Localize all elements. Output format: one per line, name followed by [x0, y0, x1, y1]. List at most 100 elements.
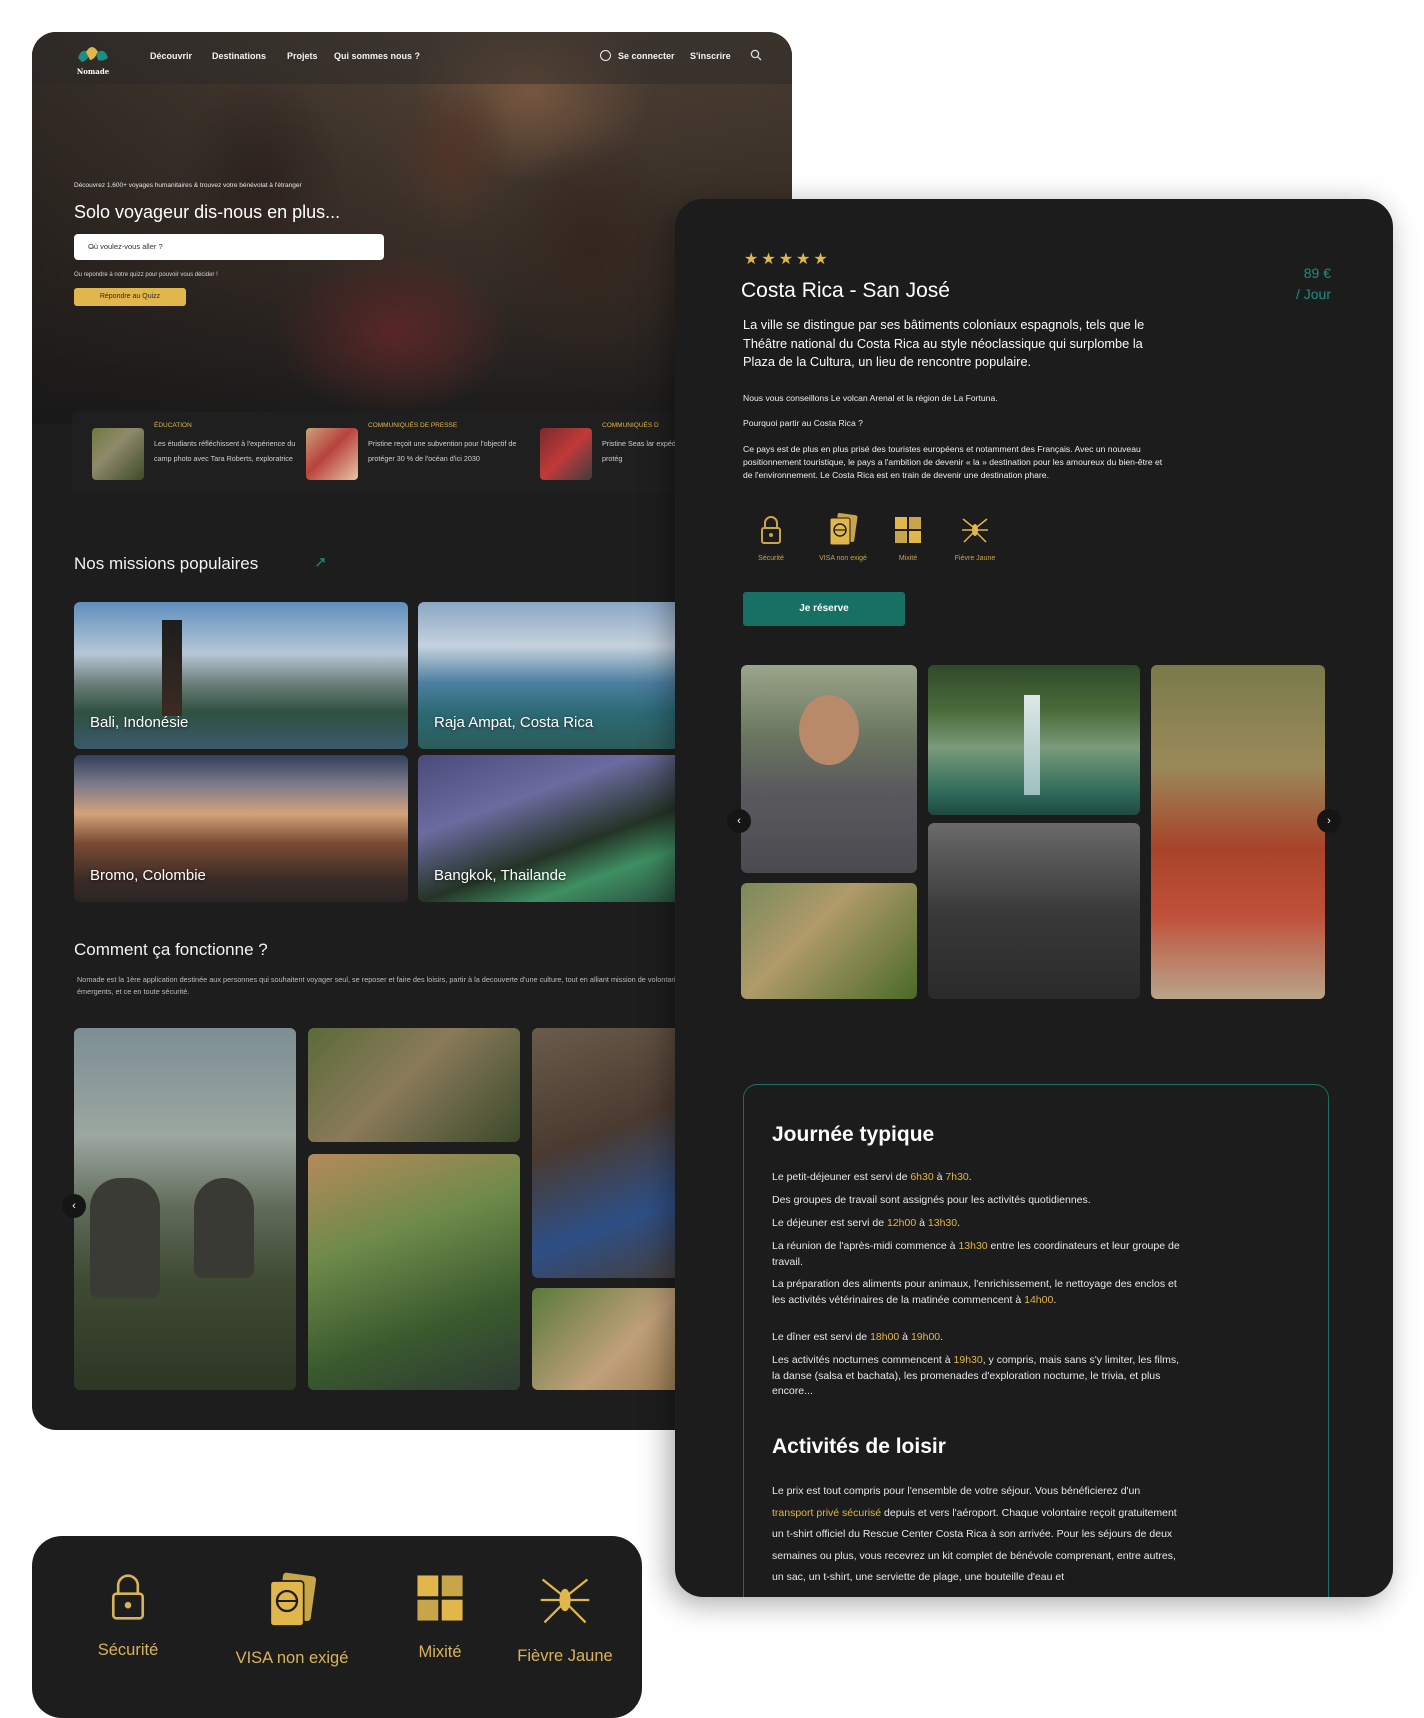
carousel-prev-button[interactable]: ‹: [62, 1194, 86, 1218]
features-card: Sécurité VISA non exigé Mixité Fièvre Ja…: [32, 1536, 642, 1718]
news-item[interactable]: ÉDUCATION Les étudiants réfléchissent à …: [82, 422, 312, 482]
how-it-works-text: Nomade est la 1ère application destinée …: [77, 975, 771, 996]
passport-icon: [829, 513, 858, 546]
gallery-prev-button[interactable]: ‹: [727, 809, 751, 833]
news-thumbnail: [306, 428, 358, 480]
feature-yellow-fever: Fièvre Jaune: [945, 513, 1005, 562]
diversity-icon: [895, 517, 921, 543]
feature-label: Mixité: [898, 555, 918, 562]
trending-icon: ↗: [314, 554, 327, 571]
feature-label: Fièvre Jaune: [954, 555, 996, 562]
nav-qui-sommes-nous[interactable]: Qui sommes nous ?: [334, 51, 420, 61]
price-amount: 89 €: [1303, 265, 1331, 281]
logo-text: Nomade: [77, 67, 110, 76]
nav-projets[interactable]: Projets: [287, 51, 318, 61]
news-text: Les étudiants réfléchissent à l'expérien…: [154, 439, 296, 463]
elephant-shape: [90, 1178, 160, 1298]
hero-title: Solo voyageur dis-nous en plus...: [74, 202, 341, 222]
login-link[interactable]: Se connecter: [618, 51, 675, 61]
news-thumbnail: [540, 428, 592, 480]
why-text: Ce pays est de plus en plus prisé des to…: [743, 444, 1163, 480]
news-category: COMMUNIQUÉS D: [602, 422, 659, 429]
news-category: COMMUNIQUÉS DE PRESSE: [368, 422, 458, 429]
schedule-line: La réunion de l'après-midi commence à 13…: [772, 1240, 1180, 1268]
mission-label: Bromo, Colombie: [90, 867, 206, 884]
nav-decouvrir[interactable]: Découvrir: [150, 51, 192, 61]
how-it-works-title: Comment ça fonctionne ?: [74, 940, 268, 959]
photo-children-bw: [928, 823, 1140, 999]
feature-yellow-fever: Fièvre Jaune: [500, 1572, 630, 1666]
mission-label: Raja Ampat, Costa Rica: [434, 714, 594, 731]
user-icon: [600, 50, 611, 61]
pagoda-shape: [162, 620, 182, 716]
mosquito-icon: [962, 518, 988, 543]
feature-label: Sécurité: [758, 555, 784, 562]
nav-destinations[interactable]: Destinations: [212, 51, 266, 61]
leisure-title: Activités de loisir: [772, 1435, 946, 1458]
news-text: Pristine reçoit une subvention pour l'ob…: [368, 439, 517, 463]
price-unit: / Jour: [1295, 286, 1331, 302]
waterfall-shape: [1024, 695, 1040, 795]
feature-label: Mixité: [418, 1643, 462, 1661]
top-navigation: Nomade Découvrir Destinations Projets Qu…: [32, 32, 792, 84]
reserve-button[interactable]: Je réserve: [743, 592, 905, 626]
mosquito-icon: [540, 1578, 590, 1624]
signup-link[interactable]: S'inscrire: [690, 51, 731, 61]
schedule-line: Les activités nocturnes commencent à 19h…: [772, 1354, 1180, 1397]
missions-title: Nos missions populaires: [74, 554, 259, 573]
feature-security: Sécurité: [741, 513, 801, 562]
photo-sloth: [741, 883, 917, 999]
news-category: ÉDUCATION: [154, 422, 192, 429]
advice-text: Nous vous conseillons Le volcan Arenal e…: [743, 393, 998, 403]
photo-girls: [1151, 665, 1325, 999]
feature-mixite: Mixité: [878, 513, 938, 562]
leisure-text: Le prix est tout compris pour l'ensemble…: [772, 1485, 1177, 1583]
nomade-logo[interactable]: Nomade: [72, 40, 114, 78]
feature-visa: VISA non exigé: [217, 1572, 367, 1668]
photo-greenhouse: [308, 1154, 520, 1390]
quiz-button[interactable]: Répondre au Quizz: [74, 288, 186, 306]
search-icon[interactable]: [750, 49, 762, 61]
destination-detail-panel: ★★★★★ Costa Rica - San José 89 € / Jour …: [675, 199, 1393, 1597]
feature-label: VISA non exigé: [235, 1649, 349, 1667]
feature-security: Sécurité: [88, 1572, 168, 1660]
schedule-line: Le déjeuner est servi de 12h00 à 13h30.: [772, 1217, 961, 1229]
typical-day-title: Journée typique: [772, 1123, 935, 1146]
elephant-shape: [194, 1178, 254, 1278]
mission-label: Bangkok, Thailande: [434, 867, 567, 884]
photo-gardener: [308, 1028, 520, 1142]
schedule-line: Le petit-déjeuner est servi de 6h30 à 7h…: [772, 1171, 972, 1183]
feature-label: Sécurité: [97, 1641, 159, 1659]
price: 89 € / Jour: [1296, 263, 1331, 305]
news-thumbnail: [92, 428, 144, 480]
face-shape: [799, 695, 859, 765]
lock-icon: [761, 516, 781, 544]
mission-card-bromo[interactable]: Bromo, Colombie: [74, 755, 408, 902]
feature-label: VISA non exigé: [819, 555, 867, 562]
mission-card-bali[interactable]: Bali, Indonésie: [74, 602, 408, 749]
diversity-icon: [417, 1575, 463, 1621]
rating-stars: ★★★★★: [744, 251, 831, 268]
why-title: Pourquoi partir au Costa Rica ?: [743, 418, 863, 428]
lock-icon: [111, 1574, 145, 1620]
feature-mixite: Mixité: [400, 1572, 480, 1662]
destination-search-input[interactable]: Où voulez-vous aller ? →: [74, 234, 384, 260]
feature-visa: VISA non exigé: [813, 513, 873, 562]
typical-day-box: Journée typique Le petit-déjeuner est se…: [743, 1084, 1329, 1597]
photo-waterfall: [928, 665, 1140, 815]
passport-icon: [269, 1572, 317, 1627]
feature-label: Fièvre Jaune: [517, 1647, 613, 1665]
quiz-hint: Ou repondre à notre quizz pour pouvoir v…: [74, 272, 218, 278]
photo-elephants: [74, 1028, 296, 1390]
schedule-line: Le dîner est servi de 18h00 à 19h00.: [772, 1331, 944, 1343]
mission-label: Bali, Indonésie: [90, 714, 189, 731]
schedule-line: Des groupes de travail sont assignés pou…: [772, 1194, 1091, 1206]
destination-title: Costa Rica - San José: [741, 279, 950, 302]
photo-child-smiling: [741, 665, 917, 873]
arrow-right-icon[interactable]: →: [88, 242, 372, 251]
hero-tagline: Découvrez 1.600+ voyages humanitaires & …: [74, 182, 302, 189]
destination-intro: La ville se distingue par ses bâtiments …: [743, 317, 1145, 369]
gallery-next-button[interactable]: ›: [1317, 809, 1341, 833]
news-item[interactable]: COMMUNIQUÉS DE PRESSE Pristine reçoit un…: [296, 422, 526, 482]
schedule-line: La préparation des aliments pour animaux…: [772, 1278, 1177, 1306]
